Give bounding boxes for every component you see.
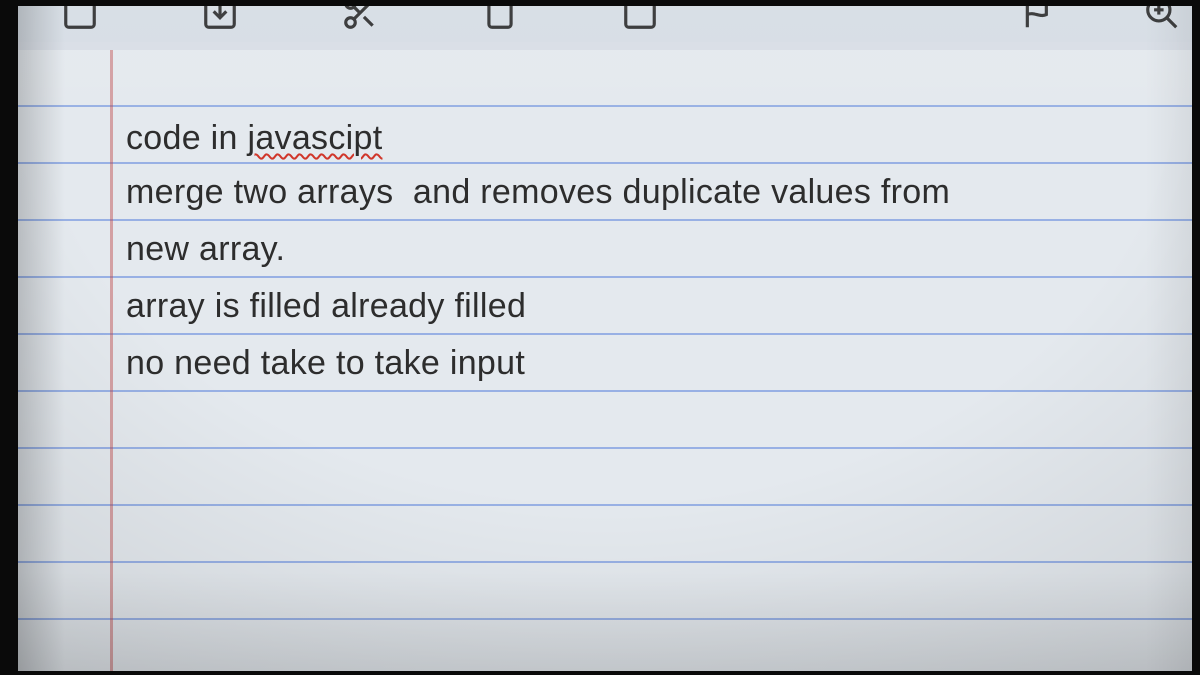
note-text: code in <box>126 119 247 158</box>
note-line[interactable]: no need take to take input <box>126 335 1172 392</box>
flag-icon[interactable] <box>1018 6 1062 35</box>
inbox-download-icon[interactable] <box>198 6 242 35</box>
note-line[interactable]: code in javascipt <box>126 107 1172 164</box>
note-line-blank <box>126 563 1172 620</box>
note-text: merge two arrays and removes duplicate v… <box>126 173 950 212</box>
note-line-blank <box>126 506 1172 563</box>
note-line-blank <box>126 392 1172 449</box>
toolbar <box>18 6 1192 42</box>
zoom-icon[interactable] <box>1140 6 1184 35</box>
square-outline-icon[interactable] <box>618 6 662 35</box>
misspelled-word: javascipt <box>247 119 382 158</box>
margin-line <box>110 50 113 671</box>
note-text-area[interactable]: code in javascipt merge two arrays and re… <box>126 50 1172 671</box>
scissors-icon[interactable] <box>338 6 382 35</box>
screen-photo-frame: code in javascipt merge two arrays and re… <box>0 0 1200 675</box>
note-line-blank <box>126 620 1172 671</box>
note-line-blank <box>126 449 1172 506</box>
note-line-blank <box>126 50 1172 107</box>
note-line[interactable]: merge two arrays and removes duplicate v… <box>126 164 1172 221</box>
note-text: new array. <box>126 230 285 269</box>
square-unchecked-icon[interactable] <box>58 6 102 35</box>
note-text: no need take to take input <box>126 344 525 383</box>
app-frame: code in javascipt merge two arrays and re… <box>18 6 1192 671</box>
note-text: array is filled already filled <box>126 287 526 326</box>
clipboard-icon[interactable] <box>478 6 522 35</box>
note-line[interactable]: array is filled already filled <box>126 278 1172 335</box>
note-line[interactable]: new array. <box>126 221 1172 278</box>
ruled-page[interactable]: code in javascipt merge two arrays and re… <box>18 50 1192 671</box>
